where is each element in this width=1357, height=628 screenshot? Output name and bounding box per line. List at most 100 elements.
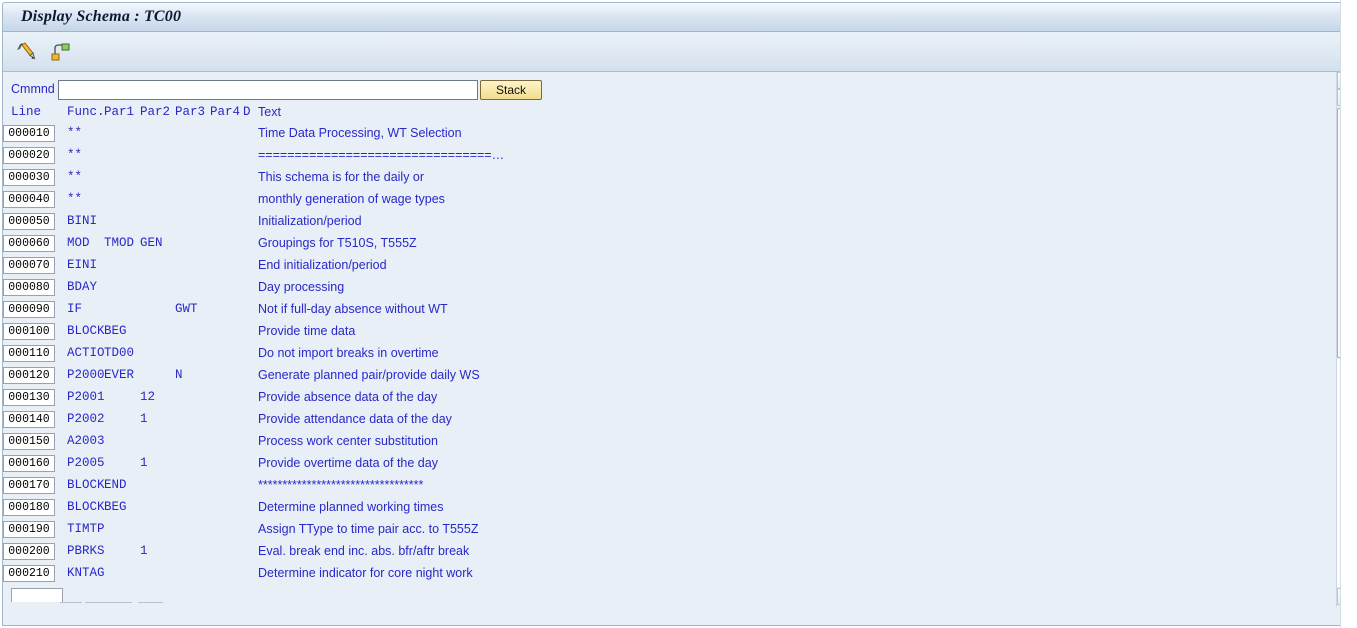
cell-par3: GWT: [175, 302, 198, 316]
cell-text: Day processing: [258, 280, 345, 294]
table-row[interactable]: P2001 12 Provide absence data of the day: [3, 387, 1303, 409]
cell-func: TIMTP: [67, 522, 105, 536]
line-number-input[interactable]: [3, 345, 55, 362]
table-row[interactable]: TIMTP Assign TType to time pair acc. to T…: [3, 519, 1303, 541]
line-number-input[interactable]: [3, 147, 55, 164]
cell-par2: 1: [140, 456, 148, 470]
cell-par1: BEG: [104, 324, 127, 338]
column-header-par1: Par1: [104, 105, 135, 119]
cell-text: Eval. break end inc. abs. bfr/aftr break: [258, 544, 470, 558]
cell-func: IF: [67, 302, 83, 316]
cell-par2: 1: [140, 544, 148, 558]
cell-func: P2001: [67, 390, 105, 404]
column-header-par2: Par2: [140, 105, 171, 119]
column-header-d: D: [243, 105, 251, 119]
cell-par1: BEG: [104, 500, 127, 514]
artifact-line-3: [138, 602, 163, 603]
table-row[interactable]: MOD TMOD GEN Groupings for T510S, T555Z: [3, 233, 1303, 255]
command-label: Cmmnd: [11, 82, 55, 96]
cell-text: End initialization/period: [258, 258, 387, 272]
structure-hierarchy-icon: [51, 43, 70, 60]
line-number-input[interactable]: [3, 235, 55, 252]
line-number-input[interactable]: [3, 411, 55, 428]
command-input[interactable]: [58, 80, 478, 100]
cell-text: Not if full-day absence without WT: [258, 302, 448, 316]
table-row[interactable]: A2003 Process work center substitution: [3, 431, 1303, 453]
cell-par1: EVER: [104, 368, 135, 382]
cell-func: BLOCK: [67, 324, 105, 338]
cell-text: Provide time data: [258, 324, 356, 338]
table-row[interactable]: BLOCKBEG Provide time data: [3, 321, 1303, 343]
cell-text: Groupings for T510S, T555Z: [258, 236, 417, 250]
line-number-input[interactable]: [3, 543, 55, 560]
cell-text: Provide overtime data of the day: [258, 456, 438, 470]
table-row[interactable]: P2005 1 Provide overtime data of the day: [3, 453, 1303, 475]
line-number-input[interactable]: [3, 499, 55, 516]
edit-pencil-icon-button[interactable]: [13, 39, 39, 63]
table-row[interactable]: P2000EVER N Generate planned pair/provide …: [3, 365, 1303, 387]
cut-off-row-artifacts: [3, 598, 303, 610]
cell-func: BLOCK: [67, 478, 105, 492]
stack-button[interactable]: Stack: [480, 80, 542, 100]
cell-par1: END: [104, 478, 127, 492]
cell-text: Determine indicator for core night work: [258, 566, 473, 580]
cell-func: BLOCK: [67, 500, 105, 514]
cell-func: **: [67, 170, 83, 184]
line-number-input[interactable]: [3, 477, 55, 494]
table-row[interactable]: ACTIOTD00 Do not import breaks in overtim…: [3, 343, 1303, 365]
structure-hierarchy-icon-button[interactable]: [47, 39, 73, 63]
table-row[interactable]: ** ================================…: [3, 145, 1303, 167]
line-number-input[interactable]: [3, 169, 55, 186]
window-title-bar: Display Schema : TC00: [2, 2, 1355, 32]
table-row[interactable]: BINI Initialization/period: [3, 211, 1303, 233]
table-row[interactable]: BLOCKEND ********************************…: [3, 475, 1303, 497]
line-number-input[interactable]: [3, 301, 55, 318]
page-title: Display Schema : TC00: [21, 8, 182, 25]
table-row[interactable]: ** Time Data Processing, WT Selection: [3, 123, 1303, 145]
toolbar-icon-group: [13, 39, 73, 63]
cell-text: Initialization/period: [258, 214, 362, 228]
line-number-input[interactable]: [3, 257, 55, 274]
cell-func: MOD: [67, 236, 90, 250]
cell-par2: 12: [140, 390, 156, 404]
line-number-input[interactable]: [3, 213, 55, 230]
table-row[interactable]: EINI End initialization/period: [3, 255, 1303, 277]
line-number-input[interactable]: [3, 367, 55, 384]
table-row[interactable]: ** monthly generation of wage types: [3, 189, 1303, 211]
table-row[interactable]: BLOCKBEG Determine planned working times: [3, 497, 1303, 519]
table-row[interactable]: P2002 1 Provide attendance data of the day: [3, 409, 1303, 431]
column-header-par4: Par4: [210, 105, 241, 119]
cell-func: PBRKS: [67, 544, 105, 558]
line-number-input[interactable]: [3, 455, 55, 472]
line-number-input[interactable]: [3, 565, 55, 582]
cell-func: **: [67, 148, 83, 162]
cell-func: KNTAG: [67, 566, 105, 580]
cell-text: Process work center substitution: [258, 434, 438, 448]
line-number-input[interactable]: [3, 191, 55, 208]
line-number-input[interactable]: [3, 125, 55, 142]
line-number-input[interactable]: [3, 433, 55, 450]
cell-par2: 1: [140, 412, 148, 426]
table-row[interactable]: PBRKS 1 Eval. break end inc. abs. bfr/aftr…: [3, 541, 1303, 563]
artifact-line-2: [85, 602, 132, 603]
line-number-input[interactable]: [3, 389, 55, 406]
cell-func: P2000: [67, 368, 105, 382]
cell-text: **********************************: [258, 478, 424, 492]
line-number-input[interactable]: [3, 279, 55, 296]
table-row[interactable]: KNTAG Determine indicator for core night …: [3, 563, 1303, 585]
column-header-line: Line: [11, 105, 42, 119]
cell-text: Assign TType to time pair acc. to T555Z: [258, 522, 479, 536]
table-row[interactable]: BDAY Day processing: [3, 277, 1303, 299]
cell-func: P2002: [67, 412, 105, 426]
line-number-input[interactable]: [3, 521, 55, 538]
table-row[interactable]: ** This schema is for the daily or: [3, 167, 1303, 189]
cell-par2: GEN: [140, 236, 163, 250]
line-number-input[interactable]: [3, 323, 55, 340]
cell-text: Provide attendance data of the day: [258, 412, 452, 426]
cell-func: EINI: [67, 258, 98, 272]
cell-text: Time Data Processing, WT Selection: [258, 126, 462, 140]
window-right-edge: [1340, 0, 1357, 628]
schema-grid: Line Func. Par1 Par2 Par3 Par4 D Text **…: [3, 105, 1303, 585]
table-row[interactable]: IF GWT Not if full-day absence without WT: [3, 299, 1303, 321]
cell-text: Do not import breaks in overtime: [258, 346, 439, 360]
